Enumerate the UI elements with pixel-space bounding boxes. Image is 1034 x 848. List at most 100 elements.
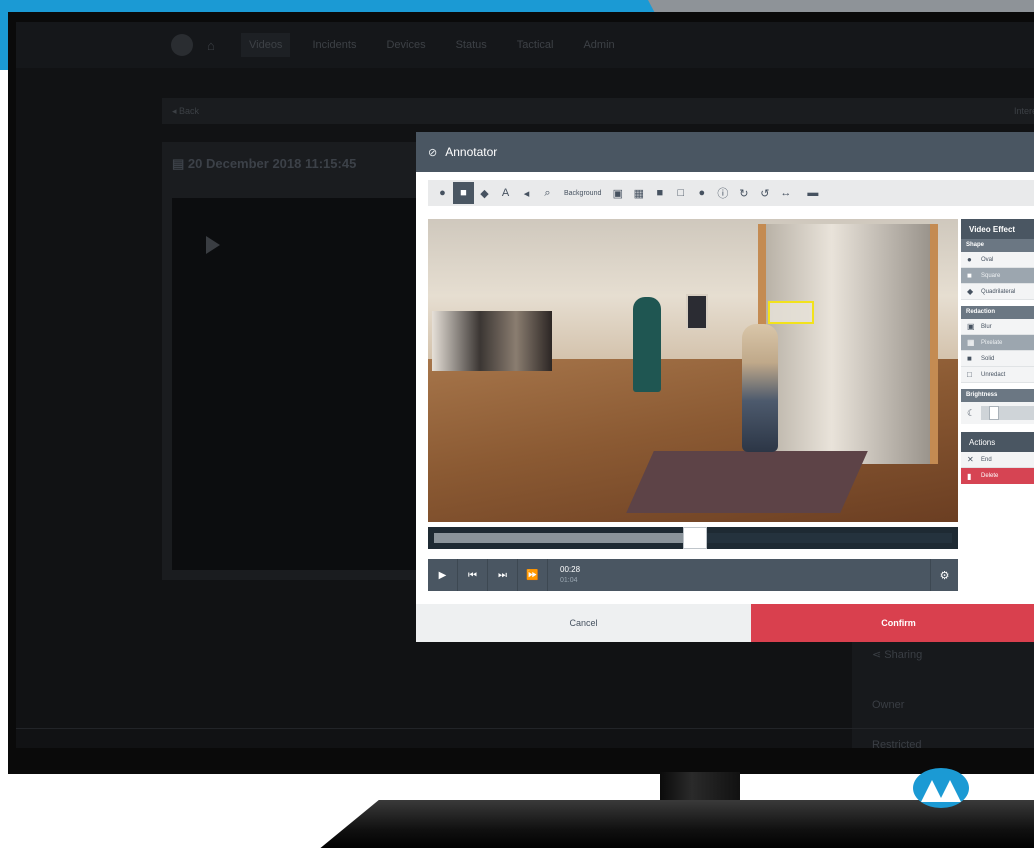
action-end[interactable]: ✕ End — [961, 452, 1034, 468]
logo-peak-right — [939, 780, 961, 802]
modal-title: Annotator — [445, 145, 498, 159]
film-icon: ▤ — [172, 156, 188, 171]
eye-slash-icon: ⊘ — [428, 146, 438, 159]
redaction-solid[interactable]: ■ Solid — [961, 351, 1034, 367]
brightness-slider[interactable]: ☾ — [961, 402, 1034, 424]
timeline-thumb[interactable] — [683, 527, 707, 549]
unredact-icon: □ — [967, 370, 972, 379]
modal-header: ⊘ Annotator — [416, 132, 1034, 172]
stage: ⌂ Videos Incidents Devices Status Tactic… — [0, 0, 1034, 848]
app-logo-icon — [171, 34, 193, 56]
app-navbar: ⌂ Videos Incidents Devices Status Tactic… — [16, 22, 1034, 68]
audio-tool-icon[interactable]: ◂ — [516, 182, 537, 204]
player-controls: ▶ ⏮ ⏭ ⏩ 00:28 01:04 ⚙ — [428, 559, 958, 591]
flip-icon[interactable]: ↔ — [775, 182, 796, 204]
skip-forward-icon[interactable]: ⏭ — [488, 559, 518, 591]
circle-tool-icon[interactable]: ● — [432, 182, 453, 204]
annotation-toolbar: ● ■ ◆ A ◂ ⌕ Background ▣ ▦ ■ □ ● ⓘ ↻ ↺ ↔… — [428, 180, 1034, 206]
solid-tool-icon[interactable]: ■ — [649, 182, 670, 204]
monitor-screen: ⌂ Videos Incidents Devices Status Tactic… — [16, 22, 1034, 748]
video-frame[interactable] — [428, 219, 958, 522]
trash-icon: ▮ — [967, 471, 972, 481]
fast-forward-icon[interactable]: ⏩ — [518, 559, 548, 591]
scene-rug — [626, 451, 868, 513]
settings-gear-icon[interactable]: ⚙ — [930, 559, 958, 591]
home-icon[interactable]: ⌂ — [207, 38, 227, 53]
action-end-label: End — [981, 456, 992, 463]
action-delete[interactable]: ▮ Delete — [961, 468, 1034, 484]
redaction-unredact[interactable]: □ Unredact — [961, 367, 1034, 383]
scene-person — [742, 324, 778, 452]
close-icon: ✕ — [967, 455, 974, 464]
redaction-solid-label: Solid — [981, 355, 995, 362]
modal-footer: Cancel Confirm — [416, 604, 1034, 642]
actions-section-title: Actions — [961, 432, 1034, 452]
redaction-section-title: Redaction — [961, 306, 1034, 319]
unredact-tool-icon[interactable]: □ — [670, 182, 691, 204]
restricted-label: Restricted — [872, 739, 922, 748]
app-subbar: ◂ Back Interest — [162, 98, 1034, 124]
square-tool-icon[interactable]: ■ — [453, 182, 474, 204]
brightness-section-title: Brightness — [961, 389, 1034, 402]
skip-back-icon[interactable]: ⏮ — [458, 559, 488, 591]
nav-tactical[interactable]: Tactical — [509, 33, 562, 57]
scene-clothing-rack — [432, 311, 552, 371]
shape-square[interactable]: ■ Square — [961, 268, 1034, 284]
panel-title: ▤ 20 December 2018 11:15:45 — [172, 156, 356, 172]
timeline-scrubber[interactable] — [428, 527, 958, 549]
pixelate-tool-icon[interactable]: ▦ — [628, 182, 649, 204]
back-link[interactable]: ◂ Back — [172, 106, 199, 116]
redo-icon[interactable]: ↻ — [733, 182, 754, 204]
current-time: 00:28 — [560, 565, 581, 574]
solid-icon: ■ — [967, 354, 972, 363]
shape-quadrilateral[interactable]: ◆ Quadrilateral — [961, 284, 1034, 300]
shape-section-title: Shape — [961, 239, 1034, 252]
background-label: Background — [564, 189, 602, 197]
redaction-pixelate[interactable]: ▦ Pixelate — [961, 335, 1034, 351]
timeline-played — [434, 533, 683, 543]
nav-incidents[interactable]: Incidents — [304, 33, 364, 57]
info-tool-icon[interactable]: ⓘ — [712, 182, 733, 204]
bulb-tool-icon[interactable]: ● — [691, 182, 712, 204]
sharing-panel: ⋖ Sharing Owner Restricted — [852, 640, 1034, 748]
monitor-base — [318, 800, 1034, 848]
video-effect-panel: Video Effect Shape ● Oval ■ Square ◆ Quadri… — [961, 219, 1034, 559]
blur-icon: ▣ — [967, 322, 975, 331]
shape-square-label: Square — [981, 272, 1001, 279]
subbar-right-label[interactable]: Interest — [1014, 106, 1034, 116]
owner-label: Owner — [872, 699, 905, 711]
nav-videos[interactable]: Videos — [241, 33, 291, 57]
diamond-tool-icon[interactable]: ◆ — [474, 182, 495, 204]
pixelate-icon: ▦ — [967, 338, 975, 347]
redaction-blur[interactable]: ▣ Blur — [961, 319, 1034, 335]
redaction-unredact-label: Unredact — [981, 371, 1006, 378]
annotator-modal: ⊘ Annotator ● ■ ◆ A ◂ ⌕ Background ▣ ▦ ■… — [416, 132, 1034, 642]
action-delete-label: Delete — [981, 473, 999, 479]
play-icon — [206, 236, 220, 254]
redaction-box[interactable] — [768, 301, 814, 324]
shape-oval[interactable]: ● Oval — [961, 252, 1034, 268]
comment-tool-icon[interactable]: ▬ — [802, 182, 823, 204]
total-time: 01:04 — [560, 577, 578, 584]
scene-doorway — [758, 224, 938, 464]
text-tool-icon[interactable]: A — [495, 182, 516, 204]
panel-title-text: 20 December 2018 11:15:45 — [187, 156, 357, 171]
nav-status[interactable]: Status — [448, 33, 495, 57]
confirm-button[interactable]: Confirm — [751, 604, 1034, 642]
moon-icon: ☾ — [967, 407, 976, 418]
nav-devices[interactable]: Devices — [378, 33, 433, 57]
zoom-tool-icon[interactable]: ⌕ — [537, 182, 558, 204]
redaction-pixelate-label: Pixelate — [981, 339, 1003, 346]
blur-tool-icon[interactable]: ▣ — [607, 182, 628, 204]
play-button-icon[interactable]: ▶ — [428, 559, 458, 591]
brightness-track[interactable] — [981, 406, 1034, 420]
sharing-title: ⋖ Sharing — [872, 649, 923, 661]
square-icon: ■ — [967, 271, 972, 280]
diamond-icon: ◆ — [967, 287, 974, 296]
undo-icon[interactable]: ↺ — [754, 182, 775, 204]
nav-admin[interactable]: Admin — [575, 33, 622, 57]
cancel-button[interactable]: Cancel — [416, 604, 751, 642]
brightness-thumb[interactable] — [989, 406, 1000, 420]
circle-icon: ● — [967, 255, 972, 264]
redaction-blur-label: Blur — [981, 323, 992, 330]
